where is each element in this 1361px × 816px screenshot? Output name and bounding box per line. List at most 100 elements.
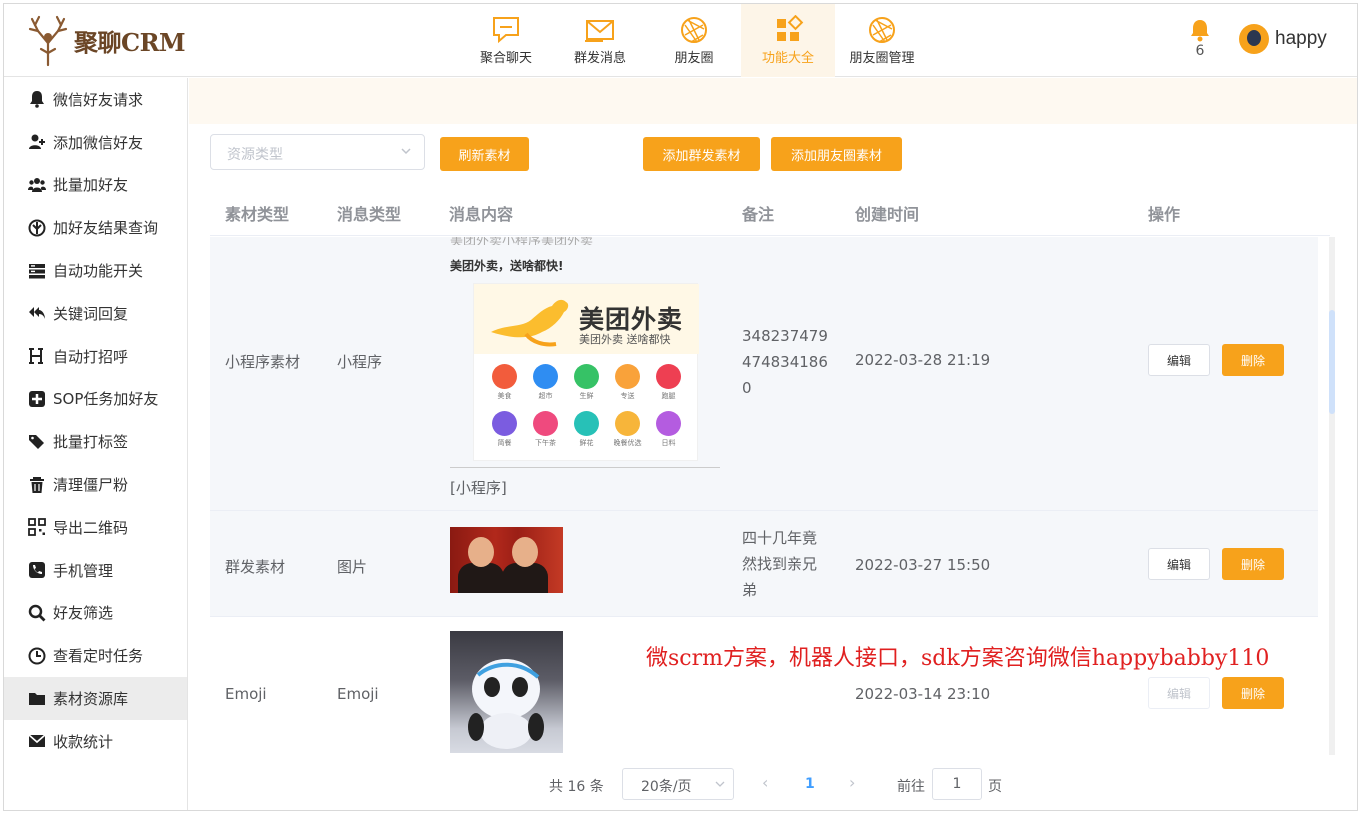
sidebar-item-auto-switch[interactable]: 自动功能开关 <box>4 249 187 292</box>
refresh-button[interactable]: 刷新素材 <box>440 137 529 171</box>
service-label: 鲜花 <box>579 439 594 447</box>
kangaroo-icon <box>491 299 569 347</box>
sidebar-item-friend-filter[interactable]: 好友筛选 <box>4 592 187 635</box>
panda-mascot-image[interactable] <box>450 631 563 753</box>
pagination: 共 16 条 20条/页 ‹ 1 › 前往 1 页 <box>189 756 1357 810</box>
sidebar-item-add-friend[interactable]: 添加微信好友 <box>4 121 187 164</box>
sidebar-item-friend-requests[interactable]: 微信好友请求 <box>4 78 187 121</box>
edit-button[interactable]: 编辑 <box>1148 344 1210 376</box>
sidebar-item-auto-greet[interactable]: 自动打招呼 <box>4 335 187 378</box>
table-body: 小程序素材 小程序 美团外卖小程序美团外卖 美团外卖，送啥都快! 美团外卖 美团… <box>210 237 1318 755</box>
rebel-icon <box>26 218 48 238</box>
current-page[interactable]: 1 <box>805 776 815 792</box>
note: 四十几年竟 然找到亲兄 弟 <box>742 525 817 603</box>
delete-button[interactable]: 删除 <box>1222 548 1284 580</box>
miniprogram-tag: [小程序] <box>450 479 507 497</box>
envelope-icon <box>585 20 614 42</box>
chevron-down-icon <box>401 148 411 155</box>
service-label: 日料 <box>661 439 676 447</box>
add-moments-material-button[interactable]: 添加朋友圈素材 <box>771 137 902 171</box>
service-item: 下午茶 <box>525 411 566 448</box>
sidebar-item-label: 批量加好友 <box>53 176 129 195</box>
sidebar-item-label: 自动打招呼 <box>53 347 129 366</box>
nav-all-features[interactable]: 功能大全 <box>741 4 835 77</box>
service-item: 生鲜 <box>566 364 607 401</box>
top-banner <box>189 78 1357 124</box>
page-size-select[interactable]: 20条/页 <box>622 768 734 800</box>
meituan-banner: 美团外卖 美团外卖 送啥都快 <box>474 284 699 354</box>
miniprogram-card[interactable]: 美团外卖小程序美团外卖 美团外卖，送啥都快! 美团外卖 美团外卖 送啥都快 美食… <box>450 237 720 497</box>
resource-type-select[interactable]: 资源类型 <box>210 134 425 170</box>
service-label: 简餐 <box>497 439 512 447</box>
sidebar-item-label: 素材资源库 <box>53 690 129 709</box>
service-icon-grid: 美食 超市 生鲜 专送 跑腿 简餐 下午茶 鲜花 晚餐优选 日料 <box>484 364 689 448</box>
sidebar-item-material-library[interactable]: 素材资源库 <box>4 677 187 720</box>
sidebar-item-export-qr[interactable]: 导出二维码 <box>4 506 187 549</box>
service-dot-icon <box>492 364 517 389</box>
main-nav: 聚合聊天 群发消息 朋友圈 功能大全 朋友圈管理 <box>459 4 929 77</box>
user-menu[interactable]: happy <box>1239 24 1327 54</box>
created-time: 2022-03-27 15:50 <box>855 556 991 574</box>
table-row: 群发素材 图片 四十几年竟 然找到亲兄 弟 2022-03-27 15:50 编… <box>210 511 1318 617</box>
sidebar-item-label: 好友筛选 <box>53 604 114 623</box>
nav-label: 功能大全 <box>761 51 814 66</box>
service-dot-icon <box>656 411 681 436</box>
app-name: 聚聊CRM <box>74 27 186 57</box>
nav-aggregate-chat[interactable]: 聚合聊天 <box>459 4 553 77</box>
sidebar-item-batch-tag[interactable]: 批量打标签 <box>4 420 187 463</box>
users-icon <box>26 175 48 195</box>
note-line: 弟 <box>742 581 758 599</box>
sidebar-item-sop-task[interactable]: SOP任务加好友 <box>4 378 187 421</box>
nav-moments-manage[interactable]: 朋友圈管理 <box>835 4 929 77</box>
edit-button[interactable]: 编辑 <box>1148 548 1210 580</box>
sidebar-item-label: 导出二维码 <box>53 518 129 537</box>
sidebar-item-add-result[interactable]: 加好友结果查询 <box>4 206 187 249</box>
goto-label: 前往 <box>897 779 925 795</box>
prev-page-button[interactable]: ‹ <box>762 773 768 792</box>
top-header: 聚聊CRM 聚合聊天 群发消息 朋友圈 功能大全 朋友圈管理 6 happy <box>4 4 1357 77</box>
search-icon <box>26 603 48 623</box>
service-dot-icon <box>492 411 517 436</box>
note-line: 四十几年竟 <box>742 529 818 547</box>
sidebar-item-phone-manage[interactable]: 手机管理 <box>4 549 187 592</box>
delete-button[interactable]: 删除 <box>1222 677 1284 709</box>
sidebar-item-keyword-reply[interactable]: 关键词回复 <box>4 292 187 335</box>
sidebar-item-batch-add[interactable]: 批量加好友 <box>4 164 187 207</box>
notification-bell[interactable]: 6 <box>1189 18 1211 59</box>
table-scrollbar-thumb[interactable] <box>1329 310 1335 414</box>
edit-button[interactable]: 编辑 <box>1148 677 1210 709</box>
chat-bubble-icon <box>493 17 519 44</box>
sidebar-item-label: 添加微信好友 <box>53 133 144 152</box>
nav-mass-message[interactable]: 群发消息 <box>553 4 647 77</box>
add-group-material-button[interactable]: 添加群发素材 <box>643 137 760 171</box>
watermark-text: 微scrm方案，机器人接口，sdk方案咨询微信happybabby110 <box>646 646 1270 671</box>
aperture-icon <box>681 17 707 43</box>
sidebar-item-payment-stats[interactable]: 收款统计 <box>4 720 187 763</box>
brothers-photo[interactable] <box>450 527 563 593</box>
sidebar-item-label: 批量打标签 <box>53 433 129 452</box>
delete-button[interactable]: 删除 <box>1222 344 1284 376</box>
nav-moments[interactable]: 朋友圈 <box>647 4 741 77</box>
chevron-down-icon <box>715 781 725 787</box>
sidebar-item-label: 加好友结果查询 <box>53 219 159 238</box>
username: happy <box>1275 28 1327 49</box>
miniprogram-image: 美团外卖 美团外卖 送啥都快 美食 超市 生鲜 专送 跑腿 简餐 下午茶 鲜花 晚餐优选 日料 <box>473 283 699 461</box>
table-header: 素材类型 消息类型 消息内容 备注 创建时间 操作 <box>210 184 1330 236</box>
server-icon <box>26 261 48 281</box>
next-page-button[interactable]: › <box>849 773 855 792</box>
sidebar-item-clean-zombie[interactable]: 清理僵尸粉 <box>4 463 187 506</box>
service-dot-icon <box>656 364 681 389</box>
nav-label: 聚合聊天 <box>479 51 532 66</box>
deer-logo-icon <box>28 15 68 67</box>
logo[interactable]: 聚聊CRM <box>26 12 186 68</box>
note: 348237479 474834186 0 <box>742 323 828 401</box>
plus-square-icon <box>26 389 48 409</box>
bell-icon <box>26 89 48 109</box>
service-dot-icon <box>533 364 558 389</box>
goto-page-input[interactable]: 1 <box>932 768 982 800</box>
sidebar-item-label: 自动功能开关 <box>53 262 144 281</box>
service-item: 日料 <box>648 411 689 448</box>
service-dot-icon <box>574 364 599 389</box>
sidebar-item-scheduled-tasks[interactable]: 查看定时任务 <box>4 634 187 677</box>
col-message-content: 消息内容 <box>449 205 514 224</box>
